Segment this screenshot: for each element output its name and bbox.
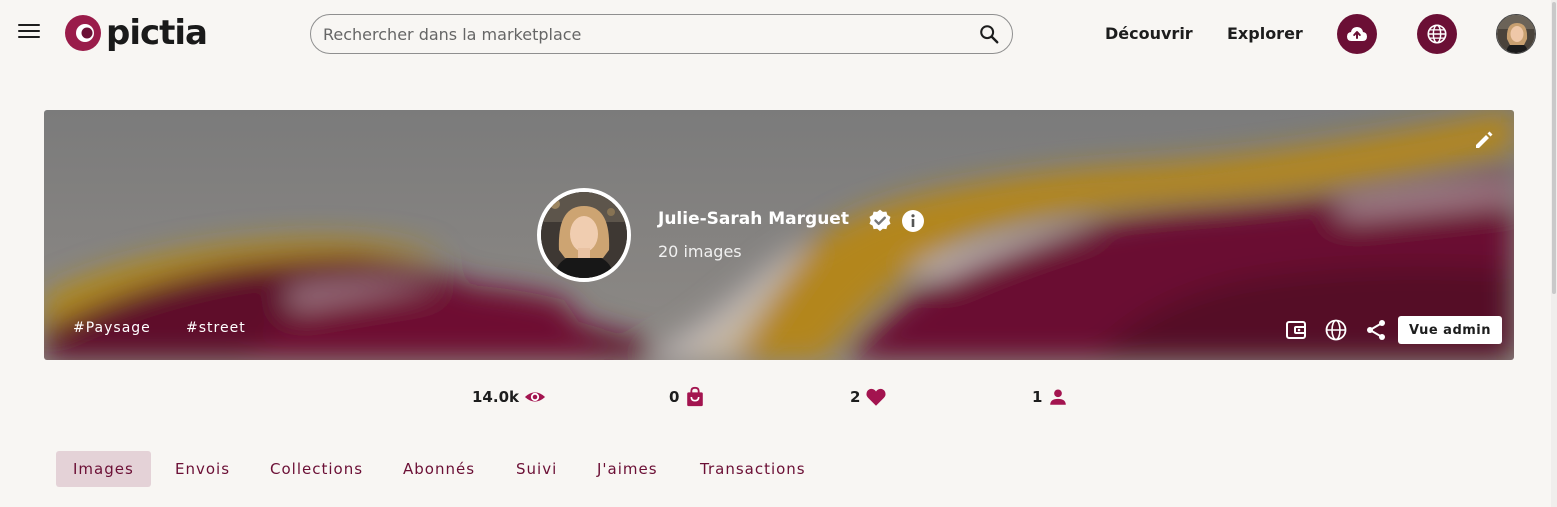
nav-link-explore[interactable]: Explorer (1227, 24, 1303, 43)
profile-banner: Julie-Sarah Marguet 20 images #Paysage #… (44, 110, 1514, 360)
stat-followers: 1 (1032, 386, 1069, 408)
upload-button[interactable] (1337, 14, 1377, 54)
wallet-icon[interactable] (1284, 318, 1308, 342)
stat-views-value: 14.0k (472, 388, 519, 406)
top-bar: pictia Découvrir Explorer (0, 0, 1557, 68)
tag-street[interactable]: #street (186, 320, 246, 336)
tag-paysage[interactable]: #Paysage (73, 320, 151, 336)
heart-icon (866, 388, 887, 406)
pictia-logo-icon (65, 15, 101, 51)
tab-collections[interactable]: Collections (253, 451, 380, 487)
search-bar (310, 14, 1013, 54)
logo-text: pictia (106, 13, 208, 53)
stat-purchases-value: 0 (669, 388, 680, 406)
verified-badge-icon (869, 209, 891, 232)
globe-icon (1427, 24, 1447, 44)
search-input[interactable] (323, 24, 978, 44)
stat-views: 14.0k (472, 386, 546, 408)
user-avatar[interactable] (1496, 14, 1536, 54)
tab-transactions[interactable]: Transactions (683, 451, 823, 487)
tab-envois[interactable]: Envois (158, 451, 247, 487)
info-icon[interactable] (901, 209, 925, 233)
search-icon[interactable] (978, 23, 1000, 45)
language-button[interactable] (1417, 14, 1457, 54)
stat-likes-value: 2 (850, 388, 861, 406)
cloud-upload-icon (1347, 27, 1367, 41)
nav-link-discover[interactable]: Découvrir (1105, 24, 1193, 43)
stat-likes: 2 (850, 386, 887, 408)
profile-image-count: 20 images (658, 242, 742, 261)
shopping-bag-icon (687, 386, 704, 407)
tab-images[interactable]: Images (56, 451, 151, 487)
profile-avatar (537, 188, 631, 282)
profile-photo (541, 192, 627, 278)
admin-view-button[interactable]: Vue admin (1398, 316, 1502, 344)
stat-purchases: 0 (669, 386, 706, 408)
tab-jaimes[interactable]: J'aimes (580, 451, 675, 487)
eye-icon (524, 392, 546, 402)
profile-name: Julie-Sarah Marguet (658, 209, 849, 229)
share-icon[interactable] (1364, 318, 1388, 342)
edit-banner-icon[interactable] (1472, 128, 1496, 152)
tab-abonnes[interactable]: Abonnés (386, 451, 492, 487)
globe-icon[interactable] (1324, 318, 1348, 342)
page-scrollbar[interactable] (1551, 0, 1557, 507)
avatar-image (1497, 15, 1535, 53)
logo[interactable]: pictia (64, 13, 208, 53)
hamburger-menu-icon[interactable] (18, 24, 40, 42)
person-icon (1050, 389, 1067, 405)
stat-followers-value: 1 (1032, 388, 1043, 406)
tab-suivi[interactable]: Suivi (499, 451, 574, 487)
